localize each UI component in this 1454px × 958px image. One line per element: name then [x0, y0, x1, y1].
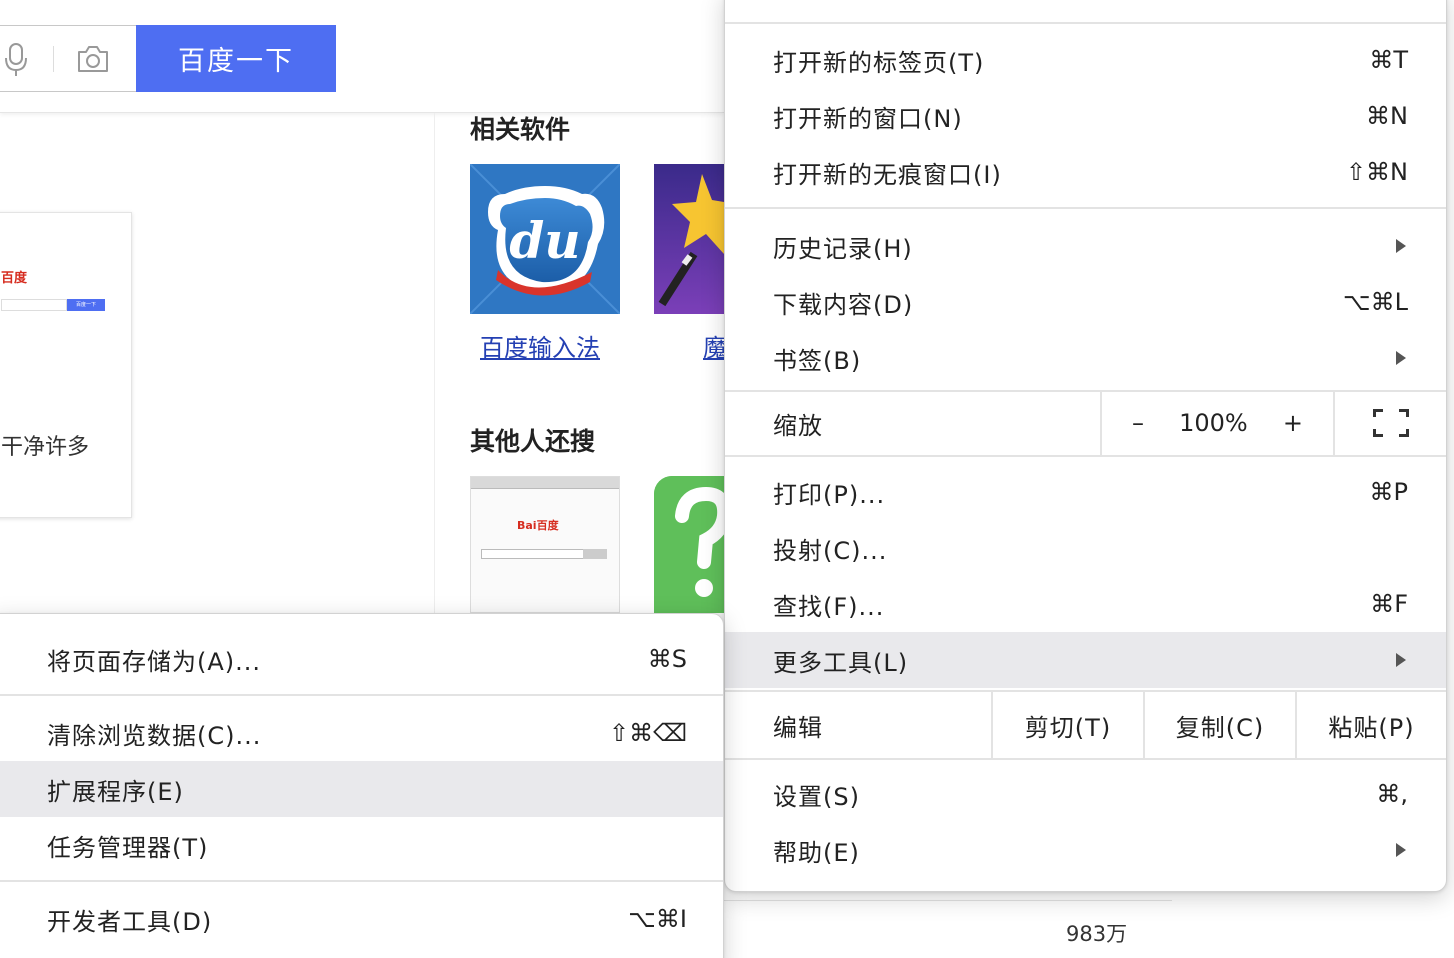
camera-icon[interactable]	[75, 43, 111, 75]
browser-main-menu: 打开新的标签页(T) ⌘T 打开新的窗口(N) ⌘N 打开新的无痕窗口(I) ⇧…	[724, 0, 1447, 892]
submenu-arrow-icon	[1396, 653, 1406, 667]
menu-divider	[725, 22, 1446, 24]
menu-divider	[0, 694, 723, 696]
more-tools-submenu: 将页面存储为(A)... ⌘S 清除浏览数据(C)... ⇧⌘⌫ 扩展程序(E)…	[0, 613, 724, 958]
zoom-row: 缩放 – 100% +	[725, 391, 1446, 455]
submenu-arrow-icon	[1396, 239, 1406, 253]
thumbnail-input	[481, 549, 591, 559]
search-separator	[53, 46, 54, 72]
menu-divider	[0, 880, 723, 882]
zoom-in-button[interactable]: +	[1283, 409, 1303, 437]
magic-app-icon[interactable]	[654, 164, 724, 314]
menu-divider	[725, 207, 1446, 209]
thumbnail-toolbar	[471, 477, 619, 489]
menu-item-downloads[interactable]: 下载内容(D) ⌥⌘L	[725, 274, 1446, 330]
thumbnail-logo: Bai百度	[517, 519, 559, 532]
question-app-icon[interactable]	[654, 476, 724, 613]
menu-item-save-page-as[interactable]: 将页面存储为(A)... ⌘S	[0, 631, 723, 687]
menu-item-clear-browsing-data[interactable]: 清除浏览数据(C)... ⇧⌘⌫	[0, 705, 723, 761]
baidu-homepage-thumbnail[interactable]: Bai百度	[470, 476, 620, 613]
fullscreen-icon	[1372, 409, 1409, 437]
menu-item-task-manager[interactable]: 任务管理器(T)	[0, 817, 723, 873]
search-bar: 百度一下	[0, 0, 724, 113]
search-button[interactable]: 百度一下	[136, 25, 336, 92]
column-divider	[434, 113, 435, 613]
related-software-title: 相关软件	[470, 115, 571, 144]
menu-divider	[725, 455, 1446, 457]
menu-item-extensions[interactable]: 扩展程序(E)	[0, 761, 723, 817]
menu-item-bookmarks[interactable]: 书签(B)	[725, 330, 1446, 386]
menu-item-more-tools[interactable]: 更多工具(L)	[725, 632, 1446, 688]
zoom-control: – 100% +	[1100, 391, 1335, 455]
edit-row: 编辑 剪切(T) 复制(C) 粘贴(P)	[725, 691, 1446, 759]
thumbnail-button	[583, 549, 607, 559]
menu-item-settings[interactable]: 设置(S) ⌘,	[725, 766, 1446, 822]
cut-button[interactable]: 剪切(T)	[991, 691, 1143, 759]
menu-item-new-incognito-window[interactable]: 打开新的无痕窗口(I) ⇧⌘N	[725, 144, 1446, 200]
menu-item-new-window[interactable]: 打开新的窗口(N) ⌘N	[725, 88, 1446, 144]
submenu-arrow-icon	[1396, 351, 1406, 365]
menu-item-find[interactable]: 查找(F)... ⌘F	[725, 576, 1446, 632]
baidu-input-app-icon[interactable]: du	[470, 164, 620, 314]
copy-button[interactable]: 复制(C)	[1143, 691, 1295, 759]
result-count: 983万	[1066, 922, 1128, 946]
menu-item-print[interactable]: 打印(P)... ⌘P	[725, 464, 1446, 520]
fullscreen-button[interactable]	[1335, 391, 1446, 455]
menu-item-cast[interactable]: 投射(C)...	[725, 520, 1446, 576]
search-input[interactable]	[0, 25, 136, 92]
zoom-out-button[interactable]: –	[1132, 409, 1144, 437]
preview-card[interactable]: 百度 百度一下 干净许多	[0, 212, 132, 518]
menu-item-new-tab[interactable]: 打开新的标签页(T) ⌘T	[725, 32, 1446, 88]
zoom-label: 缩放	[773, 411, 823, 440]
preview-caption: 干净许多	[1, 435, 90, 460]
preview-logo: 百度	[1, 271, 28, 286]
others-search-title: 其他人还搜	[470, 427, 596, 456]
zoom-level: 100%	[1179, 409, 1248, 437]
du-logo-text: du	[509, 211, 580, 270]
paste-button[interactable]: 粘贴(P)	[1295, 691, 1446, 759]
bottom-divider	[724, 900, 1172, 901]
preview-search-input	[1, 299, 67, 311]
menu-divider	[725, 758, 1446, 760]
menu-item-developer-tools[interactable]: 开发者工具(D) ⌥⌘I	[0, 891, 723, 947]
menu-item-help[interactable]: 帮助(E)	[725, 822, 1446, 878]
menu-item-history[interactable]: 历史记录(H)	[725, 218, 1446, 274]
edit-label: 编辑	[773, 713, 823, 742]
preview-search-button: 百度一下	[67, 299, 105, 311]
app-link-baidu-input[interactable]: 百度输入法	[480, 328, 600, 363]
microphone-icon[interactable]	[3, 42, 29, 78]
submenu-arrow-icon	[1396, 843, 1406, 857]
